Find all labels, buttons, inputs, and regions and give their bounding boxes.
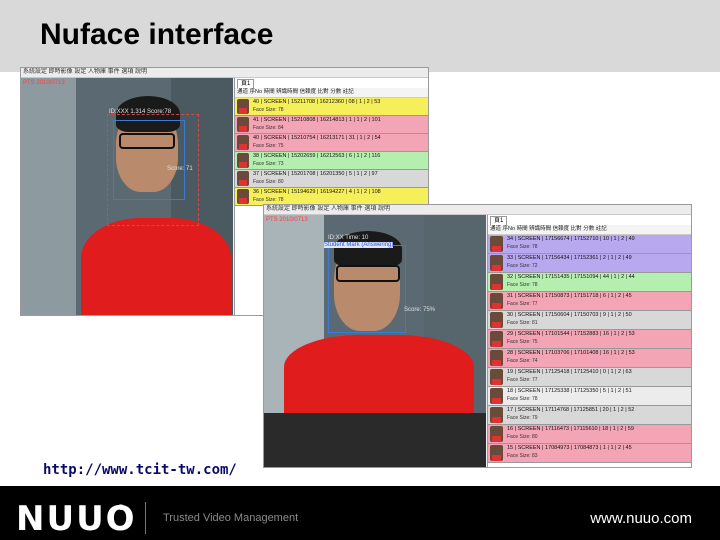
result-row-face-size: Face Size: 78 (253, 107, 284, 113)
face-thumbnail (490, 388, 503, 404)
menu-bar[interactable]: 系統設定 即時影像 設定 人物庫 事件 選項 說明 (21, 68, 428, 78)
result-row-face-size: Face Size: 84 (253, 125, 284, 131)
empty-video-view (264, 413, 486, 467)
result-row-face-size: Face Size: 78 (253, 197, 284, 203)
timestamp-overlay: PTS 2010/0713 (23, 80, 65, 86)
result-row[interactable]: 37 | SCREEN | 15201708 | 16201350 | 5 | … (235, 170, 428, 188)
registered-mark: ® (118, 503, 124, 512)
result-row-face-size: Face Size: 78 (507, 282, 538, 288)
result-row-face-size: Face Size: 78 (507, 396, 538, 402)
face-thumbnail (237, 135, 249, 150)
face-thumbnail (490, 255, 503, 271)
result-row-face-size: Face Size: 78 (507, 244, 538, 250)
result-row[interactable]: 29 | SCREEN | 17101544 | 17152883 | 16 |… (488, 330, 691, 349)
result-row-face-size: Face Size: 81 (507, 320, 538, 326)
face-thumbnail (237, 117, 249, 132)
face-thumbnail (237, 171, 249, 186)
result-row-text: 15 | SCREEN | 17084973 | 17084873 | 1 | … (507, 445, 632, 451)
result-row[interactable]: 30 | SCREEN | 17150604 | 17150703 | 9 | … (488, 311, 691, 330)
result-row[interactable]: 32 | SCREEN | 17151435 | 17151094 | 44 |… (488, 273, 691, 292)
result-row[interactable]: 31 | SCREEN | 17150873 | 17151718 | 6 | … (488, 292, 691, 311)
face-thumbnail (237, 189, 249, 204)
face-thumbnail (490, 293, 503, 309)
score-overlay: Score: 71 (167, 166, 193, 172)
face-thumbnail (490, 312, 503, 328)
face-detection-box (328, 245, 406, 333)
website-link[interactable]: http://www.tcit-tw.com/ (43, 462, 237, 478)
slide-title: Nuface interface (40, 18, 274, 51)
result-row-face-size: Face Size: 83 (507, 453, 538, 459)
result-row[interactable]: 34 | SCREEN | 17156674 | 17152710 | 10 |… (488, 235, 691, 254)
screenshot-window-2: 系統設定 即時影像 設定 人物庫 事件 選項 說明 PTS 2010/0713 … (263, 204, 692, 468)
face-thumbnail (490, 350, 503, 366)
result-row-face-size: Face Size: 77 (507, 377, 538, 383)
result-row-text: 18 | SCREEN | 17125338 | 17125350 | 5 | … (507, 388, 632, 394)
result-row-face-size: Face Size: 80 (507, 434, 538, 440)
result-row-face-size: Face Size: 75 (253, 143, 284, 149)
result-row-text: 29 | SCREEN | 17101544 | 17152883 | 16 |… (507, 331, 635, 337)
result-row-face-size: Face Size: 72 (507, 263, 538, 269)
result-table-header: 通道 序No 時間 辨識時間 信賴度 比對 分數 註記 (488, 225, 691, 235)
footer-tagline: Trusted Video Management (163, 512, 299, 524)
face-thumbnail (490, 236, 503, 252)
result-row-text: 16 | SCREEN | 17116473 | 17115610 | 18 |… (507, 426, 634, 432)
result-row-text: 33 | SCREEN | 17156434 | 17152361 | 2 | … (507, 255, 632, 261)
result-row-face-size: Face Size: 74 (507, 358, 538, 364)
result-row-text: 40 | SCREEN | 15211708 | 16212360 | 08 |… (253, 99, 381, 105)
face-thumbnail (490, 445, 503, 461)
face-thumbnail (237, 153, 249, 168)
footer-url[interactable]: www.nuuo.com (590, 510, 692, 527)
face-id-overlay: ID:XXX 1.314 Score:78 (109, 109, 172, 115)
video-view: PTS 2010/0713 ID:XXX 1.314 Score:78 Scor… (21, 78, 233, 315)
result-row-text: 28 | SCREEN | 17103706 | 17101408 | 16 |… (507, 350, 635, 356)
result-row-face-size: Face Size: 80 (253, 179, 284, 185)
face-id-overlay: ID:XX Time: 10 (328, 235, 369, 241)
person-name-overlay: Student Mark (Answering) (324, 242, 394, 248)
result-row-text: 30 | SCREEN | 17150604 | 17150703 | 9 | … (507, 312, 632, 318)
result-row-text: 40 | SCREEN | 15210754 | 16213171 | 31 |… (253, 135, 381, 141)
face-thumbnail (490, 274, 503, 290)
result-row-text: 19 | SCREEN | 17125418 | 17125410 | 0 | … (507, 369, 632, 375)
result-row[interactable]: 16 | SCREEN | 17116473 | 17115610 | 18 |… (488, 425, 691, 444)
result-row[interactable]: 28 | SCREEN | 17103706 | 17101408 | 16 |… (488, 349, 691, 368)
result-row[interactable]: 33 | SCREEN | 17156434 | 17152361 | 2 | … (488, 254, 691, 273)
face-thumbnail (490, 407, 503, 423)
result-row-face-size: Face Size: 79 (507, 415, 538, 421)
result-row-text: 36 | SCREEN | 15194629 | 16194227 | 4 | … (253, 189, 381, 195)
result-row[interactable]: 38 | SCREEN | 15202659 | 16212563 | 6 | … (235, 152, 428, 170)
result-row[interactable]: 40 | SCREEN | 15211708 | 16212360 | 08 |… (235, 98, 428, 116)
result-row-text: 32 | SCREEN | 17151435 | 17151094 | 44 |… (507, 274, 635, 280)
result-row[interactable]: 15 | SCREEN | 17084973 | 17084873 | 1 | … (488, 444, 691, 463)
footer-divider (145, 502, 146, 534)
result-row[interactable]: 17 | SCREEN | 17114768 | 17125851 | 20 |… (488, 406, 691, 425)
result-row-text: 37 | SCREEN | 15201708 | 16201350 | 5 | … (253, 171, 378, 177)
result-row-face-size: Face Size: 77 (507, 301, 538, 307)
score-overlay: Score: 75% (404, 307, 436, 313)
result-row-text: 17 | SCREEN | 17114768 | 17125851 | 20 |… (507, 407, 635, 413)
result-row[interactable]: 19 | SCREEN | 17125418 | 17125410 | 0 | … (488, 368, 691, 387)
result-row-text: 34 | SCREEN | 17156674 | 17152710 | 10 |… (507, 236, 635, 242)
result-row-text: 38 | SCREEN | 15202659 | 16212563 | 6 | … (253, 153, 381, 159)
menu-bar[interactable]: 系統設定 即時影像 設定 人物庫 事件 選項 說明 (264, 205, 691, 215)
face-thumbnail (490, 331, 503, 347)
result-table-header: 通道 序No 時間 辨識時間 信賴度 比對 分數 註記 (235, 88, 428, 98)
face-thumbnail (490, 369, 503, 385)
face-thumbnail (490, 426, 503, 442)
timestamp-overlay: PTS 2010/0713 (266, 217, 308, 223)
result-row-text: 31 | SCREEN | 17150873 | 17151718 | 6 | … (507, 293, 632, 299)
result-row-face-size: Face Size: 75 (507, 339, 538, 345)
result-row[interactable]: 40 | SCREEN | 15210754 | 16213171 | 31 |… (235, 134, 428, 152)
result-row-face-size: Face Size: 73 (253, 161, 284, 167)
result-panel: 頁1 通道 序No 時間 辨識時間 信賴度 比對 分數 註記 34 | SCRE… (487, 215, 691, 467)
video-view: PTS 2010/0713 ID:XX Time: 10 Student Mar… (264, 215, 486, 413)
result-row[interactable]: 18 | SCREEN | 17125338 | 17125350 | 5 | … (488, 387, 691, 406)
result-row-text: 41 | SCREEN | 15210808 | 16214813 | 1 | … (253, 117, 381, 123)
result-row[interactable]: 41 | SCREEN | 15210808 | 16214813 | 1 | … (235, 116, 428, 134)
face-thumbnail (237, 99, 249, 114)
